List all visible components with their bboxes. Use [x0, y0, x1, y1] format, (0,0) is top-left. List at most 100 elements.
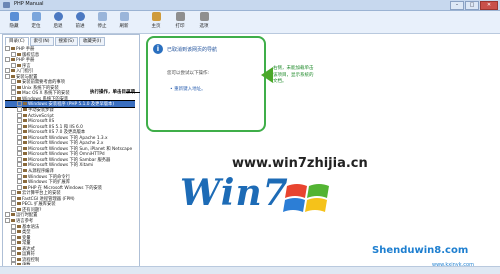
book-icon: [17, 196, 21, 200]
book-icon: [17, 207, 21, 211]
expand-toggle-icon[interactable]: [17, 107, 22, 113]
book-icon: [17, 246, 21, 250]
expand-toggle-icon[interactable]: [17, 156, 22, 162]
expand-toggle-icon[interactable]: [17, 140, 22, 146]
window-title: PHP Manual: [14, 1, 44, 7]
content-pane: i 已取消到该网页的导航 您可以尝试以下操作: • 重新键入地址。 右侧，未能加…: [140, 34, 498, 266]
expand-toggle-icon[interactable]: [5, 46, 10, 51]
expand-toggle-icon[interactable]: [11, 251, 16, 257]
expand-toggle-icon[interactable]: [17, 123, 22, 129]
expand-toggle-icon[interactable]: [17, 118, 22, 124]
book-icon: [17, 85, 21, 89]
book-icon: [23, 108, 27, 112]
tab-favorites[interactable]: 收藏夹(I): [78, 37, 106, 46]
expand-toggle-icon[interactable]: [11, 234, 16, 240]
book-icon: [23, 163, 27, 167]
expand-toggle-icon[interactable]: [17, 162, 22, 168]
tab-contents[interactable]: 目录(C): [5, 37, 29, 46]
title-bar: PHP Manual – □ ✕: [0, 0, 500, 11]
book-icon: [23, 152, 27, 156]
toolbar-refresh-button[interactable]: 刷新: [114, 12, 134, 32]
expand-toggle-icon[interactable]: [11, 95, 16, 101]
watermark-shenduwin8: Shenduwin8.com: [372, 245, 469, 256]
book-icon: [17, 263, 21, 265]
expand-toggle-icon[interactable]: [11, 51, 16, 57]
expand-toggle-icon[interactable]: [17, 179, 22, 185]
tree-item-label: 函数: [22, 263, 31, 265]
tree-item[interactable]: 函数: [5, 262, 135, 265]
tab-search[interactable]: 搜索(S): [54, 37, 78, 46]
book-icon: [23, 169, 27, 173]
book-icon: [23, 124, 27, 128]
expand-toggle-icon[interactable]: [11, 84, 16, 90]
maximize-button[interactable]: □: [465, 1, 479, 10]
expand-toggle-icon[interactable]: [11, 262, 16, 265]
expand-toggle-icon[interactable]: [17, 112, 22, 118]
annotation-note: 右侧，未能加载单击 该项目，显示系统的 文档。: [273, 66, 314, 84]
toolbar-back-button[interactable]: 后退: [48, 12, 68, 32]
expand-toggle-icon[interactable]: [5, 212, 10, 218]
book-icon: [23, 157, 27, 161]
expand-toggle-icon[interactable]: [11, 195, 16, 201]
expand-toggle-icon[interactable]: [5, 68, 10, 74]
expand-toggle-icon[interactable]: [11, 240, 16, 246]
book-icon: [23, 113, 27, 117]
expand-toggle-icon[interactable]: [17, 101, 22, 107]
back-icon: [53, 12, 63, 21]
expand-toggle-icon[interactable]: [17, 168, 22, 174]
stop-icon: [97, 12, 107, 21]
book-icon: [23, 119, 27, 123]
book-icon: [11, 213, 15, 217]
home-icon: [151, 12, 161, 21]
expand-toggle-icon[interactable]: [11, 245, 16, 251]
green-arrow-icon: [261, 67, 273, 83]
toolbar-stop-button[interactable]: 停止: [92, 12, 112, 32]
expand-toggle-icon[interactable]: [17, 129, 22, 135]
toolbar-locate-button[interactable]: 定位: [26, 12, 46, 32]
book-icon: [23, 146, 27, 150]
book-icon: [17, 63, 21, 67]
expand-toggle-icon[interactable]: [11, 229, 16, 235]
toolbar-home-button[interactable]: 主页: [146, 12, 166, 32]
expand-toggle-icon[interactable]: [11, 201, 16, 207]
close-button[interactable]: ✕: [480, 1, 498, 10]
expand-toggle-icon[interactable]: [11, 62, 16, 68]
expand-toggle-icon[interactable]: [17, 184, 22, 190]
expand-toggle-icon[interactable]: [17, 173, 22, 179]
navigation-pane: 目录(C) 索引(N) 搜索(S) 收藏夹(I) PHP 手册 版权信息 PHP 手…: [2, 34, 140, 268]
book-icon: [17, 191, 21, 195]
expand-toggle-icon[interactable]: [5, 73, 10, 79]
book-icon: [17, 80, 21, 84]
expand-toggle-icon[interactable]: [11, 206, 16, 212]
toolbar-print-button[interactable]: 打印: [170, 12, 190, 32]
book-icon: [17, 241, 21, 245]
book-icon: [23, 180, 27, 184]
hide-icon: [9, 12, 19, 21]
book-icon: [17, 224, 21, 228]
expand-toggle-icon[interactable]: [5, 217, 10, 223]
expand-toggle-icon[interactable]: [17, 145, 22, 151]
contents-tree[interactable]: PHP 手册 版权信息 PHP 手册 序言 入门指引 安装与配置 安装前需要考虑的事项 Uni…: [5, 46, 135, 265]
toolbar-options-button[interactable]: 选项: [194, 12, 214, 32]
toolbar-forward-button[interactable]: 前进: [70, 12, 90, 32]
info-icon: i: [153, 44, 163, 54]
expand-toggle-icon[interactable]: [11, 190, 16, 196]
tab-index[interactable]: 索引(N): [29, 37, 54, 46]
toolbar-hide-button[interactable]: 隐藏: [4, 12, 24, 32]
expand-toggle-icon[interactable]: [11, 223, 16, 229]
app-icon: [3, 2, 10, 8]
expand-toggle-icon[interactable]: [17, 151, 22, 157]
expand-toggle-icon[interactable]: [11, 90, 16, 96]
retype-address-link[interactable]: • 重新键入地址。: [170, 86, 206, 92]
locate-icon: [31, 12, 41, 21]
expand-toggle-icon[interactable]: [11, 256, 16, 262]
forward-icon: [75, 12, 85, 21]
book-icon: [11, 69, 15, 73]
book-icon: [11, 47, 15, 50]
expand-toggle-icon[interactable]: [17, 134, 22, 140]
refresh-icon: [119, 12, 129, 21]
expand-toggle-icon[interactable]: [11, 79, 16, 85]
minimize-button[interactable]: –: [450, 1, 464, 10]
book-icon: [17, 91, 21, 95]
expand-toggle-icon[interactable]: [5, 57, 10, 63]
